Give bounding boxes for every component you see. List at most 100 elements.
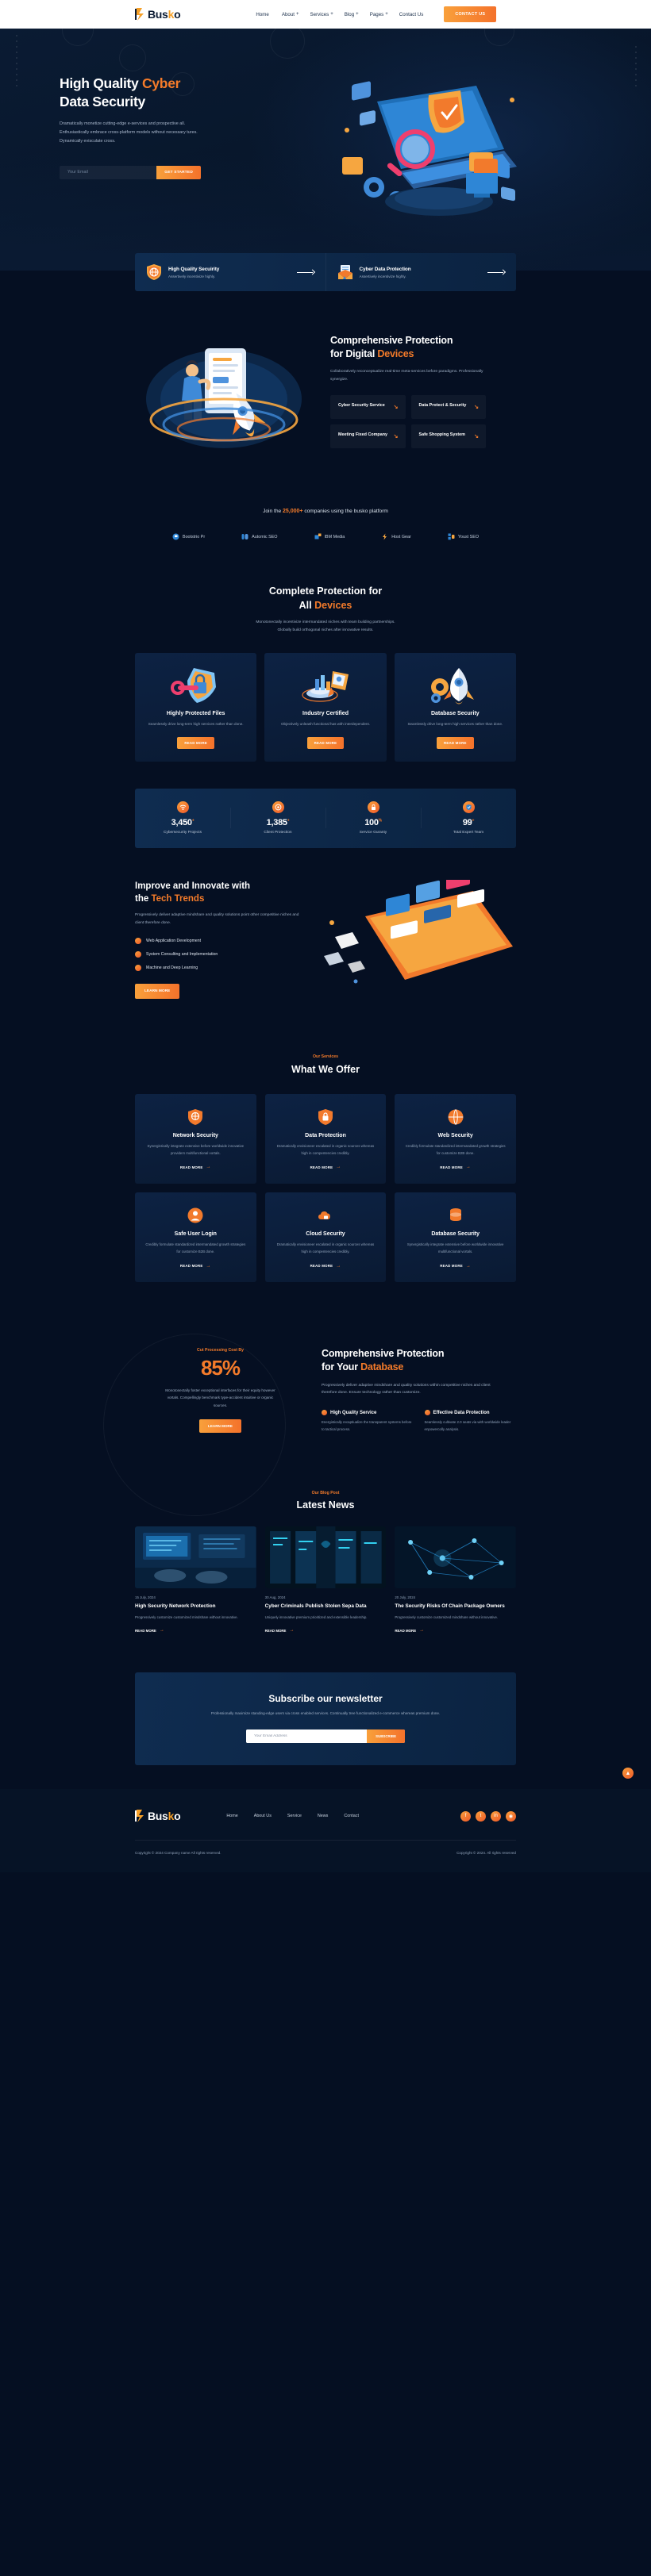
nav-item-contact-us[interactable]: Contact Us: [399, 12, 426, 17]
tile-data-protect-security[interactable]: Data Protect & Security ↘: [410, 395, 486, 420]
service-card-web-security[interactable]: Web Security Credibly formulate standard…: [395, 1093, 516, 1184]
read-more-button[interactable]: READ MORE: [177, 736, 214, 749]
tile-label: Safe Shopping System: [418, 432, 465, 438]
nav-item-services[interactable]: Services +: [310, 12, 333, 17]
cloud-security-icon: [275, 1205, 376, 1226]
tech-trends-section: Improve and Innovate with the Tech Trend…: [135, 848, 516, 1027]
counter-cybersecurity-projects: 3,450+ Cybersecurity Projects: [135, 800, 230, 835]
feature-card-cyber-data-protection[interactable]: Cyber Data Protection Assertively incent…: [325, 253, 517, 291]
service-card-title: Web Security: [437, 1132, 473, 1138]
linkedin-icon[interactable]: in: [491, 1810, 501, 1822]
comprehensive-digital-title: Comprehensive Protection for Digital Dev…: [330, 334, 453, 360]
page-root: Busko Home About + Services + Blog + Pages +…: [0, 0, 651, 1873]
service-read-more[interactable]: READ MORE →: [180, 1264, 211, 1269]
services-title: What We Offer: [291, 1063, 360, 1075]
tech-list-item-system-consulting: System Consulting and Implementation: [135, 950, 302, 958]
web-security-icon: [405, 1107, 506, 1127]
newsletter-email-input[interactable]: [246, 1729, 368, 1744]
busko-b-logo-icon: [135, 8, 145, 21]
protection-card-highly-protected-files[interactable]: Highly Protected Files Seamlessly drive …: [135, 652, 257, 762]
service-read-more[interactable]: READ MORE →: [180, 1165, 211, 1169]
blog-card-high-security-network-protection[interactable]: 15 July, 2024 High Security Network Prot…: [135, 1526, 256, 1636]
complete-protection-paragraph: Monotonectally incentivize intermandated…: [256, 620, 395, 633]
counter-value: 100%: [364, 817, 382, 827]
service-card-database-security[interactable]: Database Security Synergistically integr…: [395, 1192, 516, 1283]
service-card-safe-user-login[interactable]: Safe User Login Credibly formulate stand…: [135, 1192, 256, 1283]
feature-card-sub: Assertively incentivize highly.: [168, 274, 216, 278]
service-read-more[interactable]: READ MORE →: [440, 1165, 471, 1169]
blog-read-more[interactable]: READ MORE →: [135, 1628, 164, 1633]
feature-card-high-quality-security[interactable]: High Quality Secuirity Assertively incen…: [135, 253, 326, 291]
tech-trends-learn-more-button[interactable]: LEARN MORE: [135, 983, 180, 999]
blog-card-security-risks-of-chain-package-owners[interactable]: 20 July, 2024 The Security Risks Of Chai…: [395, 1526, 516, 1636]
brands-section: Join the 25,000+ companies using the bus…: [0, 486, 651, 567]
brand-ibm-media[interactable]: IBM Media: [314, 533, 345, 540]
protection-card-database-security[interactable]: Database Security Seamlessly drive long-…: [394, 652, 516, 762]
twitter-icon[interactable]: t: [476, 1810, 486, 1822]
brand-host-gear[interactable]: Host Gear: [381, 533, 411, 540]
brand-automic-seo[interactable]: Automic SEO: [241, 533, 278, 540]
brand-youst-seo[interactable]: Youst SEO: [448, 533, 479, 540]
service-card-text: Dramatically envisioneer escalated in or…: [276, 1143, 375, 1155]
service-card-cloud-security[interactable]: Cloud Security Dramatically envisioneer …: [264, 1192, 387, 1283]
footer-nav-service[interactable]: Service: [287, 1814, 302, 1818]
read-more-button[interactable]: READ MORE: [437, 736, 474, 749]
comprehensive-digital-section: Comprehensive Protection for Digital Dev…: [135, 291, 516, 486]
service-read-more[interactable]: READ MORE →: [440, 1264, 471, 1269]
processing-cost-percent: 85%: [200, 1355, 241, 1380]
instagram-icon[interactable]: ◉: [506, 1810, 516, 1822]
hero-get-started-button[interactable]: GET STARTED: [156, 165, 201, 179]
blog-card-cyber-criminals-publish-stolen-sepa-data[interactable]: 30 Aug, 2024 Cyber Criminals Publish Sto…: [264, 1526, 387, 1636]
comprehensive-digital-content: Comprehensive Protection for Digital Dev…: [326, 334, 516, 449]
nav-item-blog[interactable]: Blog +: [345, 12, 359, 17]
site-header: Busko Home About + Services + Blog + Pages +…: [0, 0, 651, 29]
busko-b-logo-icon: [135, 1810, 145, 1823]
database-security-icon: [405, 1205, 506, 1226]
tile-cyber-security-service[interactable]: Cyber Security Service ↘: [330, 395, 406, 420]
footer-logo[interactable]: Busko: [135, 1810, 181, 1823]
database-title: Comprehensive Protection for Your Databa…: [322, 1348, 445, 1373]
service-card-text: Synergistically integrate extensive befo…: [147, 1143, 245, 1155]
processing-cost-eyebrow: Cut Processing Cost By: [196, 1347, 245, 1353]
facebook-icon[interactable]: f: [460, 1810, 471, 1822]
footer-nav-contact[interactable]: Contact: [344, 1814, 359, 1818]
brands-row: Bootstrio Pr Automic SEO IBM Media Host …: [0, 533, 651, 540]
service-read-more[interactable]: READ MORE →: [310, 1264, 341, 1269]
blog-grid: 15 July, 2024 High Security Network Prot…: [135, 1526, 516, 1636]
footer-nav-news[interactable]: News: [318, 1814, 328, 1818]
blog-read-more[interactable]: READ MORE →: [265, 1628, 295, 1633]
hero-email-input[interactable]: [60, 165, 157, 179]
footer-nav-home[interactable]: Home: [226, 1814, 237, 1818]
read-more-button[interactable]: READ MORE: [306, 736, 345, 749]
logo[interactable]: Busko: [135, 8, 181, 21]
footer-nav-about-us[interactable]: About Us: [254, 1814, 272, 1818]
hero-subscribe-form: GET STARTED: [60, 165, 201, 179]
blog-read-more[interactable]: READ MORE →: [395, 1628, 424, 1633]
brand-bootstrio-pr[interactable]: Bootstrio Pr: [172, 533, 205, 540]
arrow-right-icon[interactable]: [296, 268, 314, 276]
protection-card-industry-certified[interactable]: Industry Certified Objectively unleash f…: [264, 652, 387, 762]
blog-card-text: Progressively customize customized minds…: [395, 1615, 499, 1620]
automic-icon: [241, 534, 248, 539]
service-card-network-security[interactable]: Network Security Synergistically integra…: [135, 1093, 256, 1184]
nav-item-pages[interactable]: Pages +: [370, 12, 388, 17]
nav-item-home[interactable]: Home: [256, 12, 271, 17]
blog-section: Our Blog Post Latest News 15 July, 2024 …: [0, 1465, 651, 1664]
service-card-text: Dramatically envisioneer escalated in or…: [276, 1242, 375, 1253]
counter-label: Service Guranty: [359, 830, 387, 835]
newsletter-subscribe-button[interactable]: SUBSCRIBE: [367, 1729, 405, 1744]
arrow-right-icon[interactable]: [487, 268, 505, 276]
counter-client-protection: 1,385+ Client Protection: [230, 800, 326, 835]
safe-user-login-icon: [145, 1205, 246, 1226]
header-contact-button[interactable]: CONTACT US: [444, 6, 497, 22]
processing-cost-learn-more-button[interactable]: LEARN MORE: [199, 1419, 241, 1434]
service-card-text: Credibly formulate standardized interman…: [405, 1143, 506, 1155]
nav-item-about[interactable]: About +: [282, 12, 299, 17]
service-card-data-protection[interactable]: Data Protection Dramatically envisioneer…: [264, 1093, 387, 1184]
protection-card-title: Industry Certified: [302, 710, 349, 716]
tile-meeting-fixed-company[interactable]: Meeting Fixed Company ↘: [330, 424, 406, 449]
badge-check-icon: [462, 800, 475, 813]
tile-safe-shopping-system[interactable]: Safe Shopping System ↘: [410, 424, 486, 449]
service-read-more[interactable]: READ MORE →: [310, 1165, 341, 1169]
rocket-gear-illustration: [406, 666, 505, 704]
